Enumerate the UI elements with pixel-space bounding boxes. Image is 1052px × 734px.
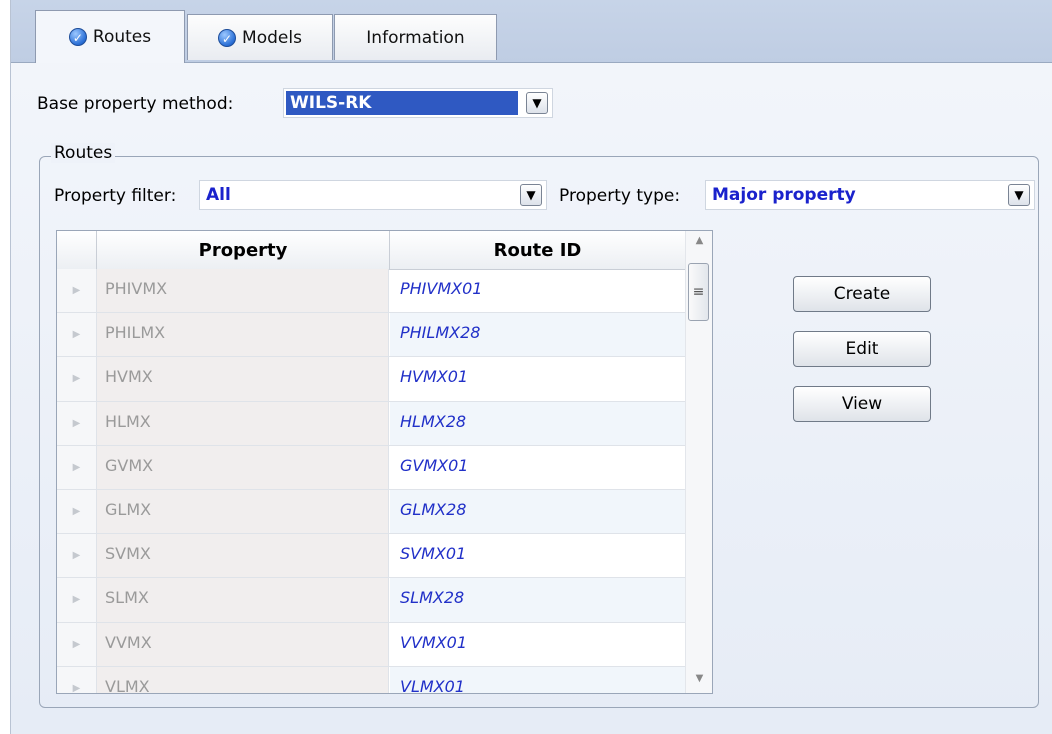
- row-selector-icon[interactable]: ▶: [57, 401, 97, 445]
- table-header: Property Route ID: [57, 231, 685, 270]
- property-cell: HLMX: [97, 401, 389, 445]
- create-button[interactable]: Create: [793, 276, 931, 312]
- base-property-method-value: WILS-RK: [286, 91, 518, 115]
- table-row[interactable]: ▶ GLMX GLMX28: [57, 489, 685, 535]
- chevron-down-icon[interactable]: ▼: [526, 92, 548, 114]
- property-filter-label: Property filter:: [54, 186, 177, 206]
- base-property-method-label: Base property method:: [37, 94, 234, 114]
- check-icon: ✓: [218, 28, 237, 47]
- row-selector-icon[interactable]: ▶: [57, 534, 97, 578]
- row-selector-icon[interactable]: ▶: [57, 489, 97, 534]
- route-id-cell[interactable]: VLMX01: [390, 666, 685, 693]
- table-body: ▶ PHIVMX PHIVMX01 ▶ PHILMX PHILMX28 ▶ HVMX HVM…: [57, 269, 685, 693]
- column-header-property[interactable]: Property: [97, 231, 390, 269]
- routes-table: Property Route ID ▶ PHIVMX PHIVMX01 ▶ PHILM…: [56, 230, 713, 694]
- property-filter-value: All: [206, 185, 231, 205]
- route-id-cell[interactable]: GLMX28: [390, 489, 685, 534]
- chevron-down-icon[interactable]: ▼: [1008, 184, 1030, 206]
- table-row[interactable]: ▶ SLMX SLMX28: [57, 578, 685, 623]
- table-row[interactable]: ▶ SVMX SVMX01: [57, 534, 685, 579]
- route-id-cell[interactable]: PHIVMX01: [390, 269, 685, 312]
- route-id-cell[interactable]: GVMX01: [390, 446, 685, 489]
- tab-models[interactable]: ✓ Models: [187, 14, 333, 60]
- tab-models-label: Models: [242, 27, 302, 48]
- row-selector-icon[interactable]: ▶: [57, 445, 97, 489]
- table-row[interactable]: ▶ VLMX VLMX01: [57, 666, 685, 693]
- property-cell: GVMX: [97, 445, 389, 489]
- scroll-down-icon[interactable]: ▼: [686, 673, 712, 689]
- property-type-label: Property type:: [559, 186, 681, 206]
- table-row[interactable]: ▶ GVMX GVMX01: [57, 445, 685, 490]
- row-selector-icon[interactable]: ▶: [57, 666, 97, 693]
- chevron-down-icon[interactable]: ▼: [520, 184, 542, 206]
- row-selector-header: [57, 231, 97, 269]
- check-icon: ✓: [68, 28, 87, 46]
- scroll-up-icon[interactable]: ▲: [686, 235, 712, 251]
- table-row[interactable]: ▶ HVMX HVMX01: [57, 357, 685, 402]
- property-type-select[interactable]: Major property ▼: [705, 180, 1035, 210]
- column-header-route-id[interactable]: Route ID: [390, 231, 685, 269]
- property-cell: SLMX: [97, 578, 389, 622]
- property-cell: SVMX: [97, 534, 389, 578]
- edit-button[interactable]: Edit: [793, 331, 931, 367]
- route-id-cell[interactable]: HVMX01: [390, 357, 685, 400]
- base-property-method-select[interactable]: WILS-RK ▼: [283, 88, 553, 118]
- route-id-cell[interactable]: VVMX01: [390, 623, 685, 666]
- tab-routes[interactable]: ✓ Routes: [35, 10, 185, 63]
- routes-panel: ✓ Routes ✓ Models Information Base prope…: [10, 0, 1052, 734]
- route-id-cell[interactable]: SVMX01: [390, 534, 685, 577]
- property-cell: PHILMX: [97, 313, 389, 357]
- route-id-cell[interactable]: PHILMX28: [390, 313, 685, 357]
- row-selector-icon[interactable]: ▶: [57, 622, 97, 666]
- tab-information[interactable]: Information: [334, 14, 497, 60]
- row-selector-icon[interactable]: ▶: [57, 269, 97, 313]
- table-row[interactable]: ▶ PHILMX PHILMX28: [57, 313, 685, 358]
- property-type-value: Major property: [712, 185, 856, 205]
- property-cell: PHIVMX: [97, 269, 389, 313]
- scrollbar-thumb[interactable]: ≡: [688, 263, 709, 321]
- routes-group-title: Routes: [51, 143, 116, 163]
- property-filter-select[interactable]: All ▼: [199, 180, 547, 210]
- table-row[interactable]: ▶ HLMX HLMX28: [57, 401, 685, 446]
- property-cell: VLMX: [97, 666, 389, 693]
- view-button[interactable]: View: [793, 386, 931, 422]
- row-selector-icon[interactable]: ▶: [57, 578, 97, 622]
- row-selector-icon[interactable]: ▶: [57, 357, 97, 401]
- property-cell: HVMX: [97, 357, 389, 401]
- table-row[interactable]: ▶ VVMX VVMX01: [57, 622, 685, 667]
- property-cell: GLMX: [97, 489, 389, 534]
- table-row[interactable]: ▶ PHIVMX PHIVMX01: [57, 269, 685, 314]
- row-selector-icon[interactable]: ▶: [57, 313, 97, 357]
- property-cell: VVMX: [97, 622, 389, 666]
- tab-strip: ✓ Routes ✓ Models Information: [11, 0, 1052, 63]
- table-scrollbar[interactable]: ▲ ≡ ▼: [685, 231, 712, 693]
- route-id-cell[interactable]: SLMX28: [390, 578, 685, 622]
- tab-routes-label: Routes: [92, 27, 152, 47]
- route-id-cell[interactable]: HLMX28: [390, 401, 685, 445]
- tab-information-label: Information: [366, 27, 465, 48]
